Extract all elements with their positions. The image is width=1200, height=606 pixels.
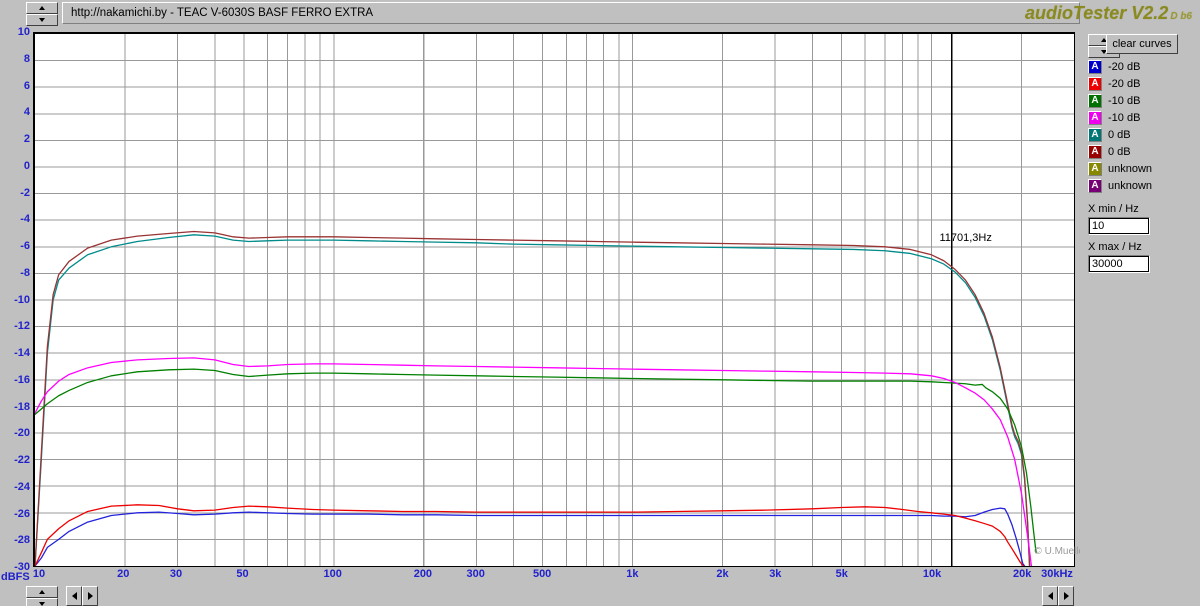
y-axis-tick-label: 2 xyxy=(23,133,30,145)
x-min-value: 10 xyxy=(1092,220,1105,232)
x-max-input[interactable]: 30000 xyxy=(1088,255,1150,273)
y-axis-unit-label: dBFS xyxy=(1,571,30,583)
x-axis-tick-label: 300 xyxy=(466,568,485,580)
y-axis-tick-label: -4 xyxy=(20,213,30,226)
x-axis-tick-label: 10k xyxy=(922,568,942,580)
y-axis-tick-label: 8 xyxy=(23,52,30,65)
y-axis-tick-label: 6 xyxy=(23,79,30,92)
title-spinner-down[interactable] xyxy=(26,14,58,26)
y-axis-tick-label: -20 xyxy=(14,427,30,440)
legend-label: -20 dB xyxy=(1108,77,1141,90)
y-axis-tick-label: -12 xyxy=(14,320,30,333)
y-axis-tick-label: 4 xyxy=(23,106,30,119)
bottom-toolbar xyxy=(0,586,1200,606)
title-spinner-up[interactable] xyxy=(26,2,58,14)
x-axis-tick-label: 3k xyxy=(769,568,782,580)
legend-row[interactable]: A -20 dB xyxy=(1088,58,1200,75)
y-axis-tick-label: -26 xyxy=(14,507,30,520)
x-axis-tick-label: 100 xyxy=(323,568,342,580)
clear-curves-label: clear curves xyxy=(1112,38,1172,50)
x-min-label: X min / Hz xyxy=(1088,203,1139,215)
x-scroll-left-button[interactable] xyxy=(66,586,82,606)
legend-row[interactable]: A 0 dB xyxy=(1088,126,1200,143)
y-scroll-down-button[interactable] xyxy=(26,598,58,606)
legend-row[interactable]: Aunknown xyxy=(1088,177,1200,194)
chart-svg xyxy=(35,34,1074,566)
legend-curve-icon[interactable]: A xyxy=(1088,59,1102,74)
x-axis-tick-label: 20k xyxy=(1013,568,1032,580)
y-axis-tick-label: 0 xyxy=(23,159,30,172)
legend-curve-icon[interactable]: A xyxy=(1088,127,1102,142)
legend-curve-icon[interactable]: A xyxy=(1088,93,1102,108)
x-axis-tick-label: 1k xyxy=(626,568,639,580)
chart-curves xyxy=(35,230,1037,566)
legend-row[interactable]: A 0 dB xyxy=(1088,143,1200,160)
y-axis-tick-label: -28 xyxy=(14,534,30,547)
x-max-value: 30000 xyxy=(1092,258,1123,270)
legend-curve-icon[interactable]: A xyxy=(1088,178,1102,193)
x-axis-tick-label: 200 xyxy=(413,568,433,580)
y-scroll-up-button[interactable] xyxy=(26,586,58,598)
chart-plot-area[interactable]: 11701,3Hz © U.Mueller xyxy=(33,32,1087,567)
y-axis-tick-label: -24 xyxy=(14,480,30,493)
legend-curve-icon[interactable]: A xyxy=(1088,144,1102,159)
x-axis-tick-label: 5k xyxy=(835,568,848,580)
legend-curve-icon[interactable]: A xyxy=(1088,161,1102,176)
legend-row[interactable]: A -10 dB xyxy=(1088,109,1200,126)
x-axis-tick-label: 500 xyxy=(532,568,552,580)
x-axis-tick-label: 2k xyxy=(716,568,729,580)
x-axis-tick-label: 20 xyxy=(117,568,130,580)
legend-row[interactable]: A -20 dB xyxy=(1088,75,1200,92)
y-axis: 10 8 6 4 2 0 -2 -4 -6 -8 -10 -12 -14 -16 -18 -20 -22 -24 -… xyxy=(0,26,33,573)
clear-curves-button[interactable]: clear curves xyxy=(1106,34,1178,54)
legend-curve-icon[interactable]: A xyxy=(1088,110,1102,125)
y-axis-tick-label: -8 xyxy=(20,266,30,279)
y-axis-tick-label: -2 xyxy=(20,186,30,199)
y-axis-tick-label: -18 xyxy=(14,400,30,413)
y-axis-tick-label: -14 xyxy=(14,347,30,359)
x-axis-tick-label: 50 xyxy=(236,568,249,580)
x-pan-left-button[interactable] xyxy=(1042,586,1058,606)
top-toolbar: http://nakamichi.by - TEAC V-6030S BASF … xyxy=(0,0,1200,28)
x-scroll-buttons-left xyxy=(66,586,98,606)
x-scroll-right-button[interactable] xyxy=(82,586,98,606)
app-brand-version-suffix: D b6 xyxy=(1170,11,1192,22)
app-brand-name: audioTester V2.2 xyxy=(1024,3,1169,23)
legend-label: 0 dB xyxy=(1108,128,1131,141)
y-axis-tick-label: -6 xyxy=(20,240,30,252)
x-axis-tick-label: 30kHz xyxy=(1041,568,1073,580)
y-axis-tick-label: -22 xyxy=(14,454,30,466)
audiotester-window: http://nakamichi.by - TEAC V-6030S BASF … xyxy=(0,0,1200,606)
legend-row[interactable]: A -10 dB xyxy=(1088,92,1200,109)
legend-curve-icon[interactable]: A xyxy=(1088,76,1102,91)
app-brand-logo: audioTester V2.2 D b6 xyxy=(1025,3,1192,24)
legend-label: -20 dB xyxy=(1108,60,1141,73)
y-axis-tick-label: -10 xyxy=(14,293,30,306)
legend-label: -10 dB xyxy=(1108,94,1141,107)
legend-label: 0 dB xyxy=(1108,145,1131,158)
x-scroll-buttons-right xyxy=(1042,586,1074,606)
x-axis: 10 20 30 50 100 200 300 500 1k 2k 3k 5k 10k 20k 30kHz xyxy=(33,568,1075,586)
x-pan-right-button[interactable] xyxy=(1058,586,1074,606)
controls-panel: clear curves A -20 dB A -20 dB A -10 dB A -10 d… xyxy=(1080,28,1200,588)
y-axis-tick-label: 10 xyxy=(17,26,30,38)
y-axis-tick-label: -16 xyxy=(14,373,30,386)
y-scroll-spinner[interactable] xyxy=(26,586,58,606)
x-max-label: X max / Hz xyxy=(1088,241,1142,253)
cursor-frequency-annotation: 11701,3Hz xyxy=(939,232,992,244)
title-text-field[interactable]: http://nakamichi.by - TEAC V-6030S BASF … xyxy=(62,2,1080,24)
legend-label: unknown xyxy=(1108,162,1153,175)
title-text: http://nakamichi.by - TEAC V-6030S BASF … xyxy=(71,7,374,19)
x-min-input[interactable]: 10 xyxy=(1088,217,1150,235)
title-spinner[interactable] xyxy=(26,2,58,26)
legend-label: -10 dB xyxy=(1108,111,1141,124)
legend-label: unknown xyxy=(1108,179,1153,192)
x-axis-tick-label: 30 xyxy=(169,568,183,580)
x-axis-tick-label: 10 xyxy=(32,568,46,580)
curve-legend: A -20 dB A -20 dB A -10 dB A -10 dB A 0 dB A 0 dB Au… xyxy=(1088,58,1200,194)
legend-row[interactable]: Aunknown xyxy=(1088,160,1200,177)
